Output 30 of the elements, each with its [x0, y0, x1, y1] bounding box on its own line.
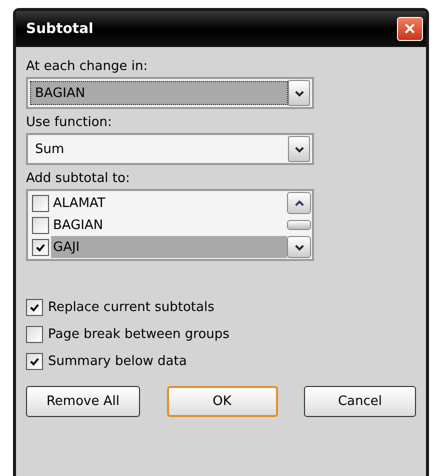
checkbox[interactable] [26, 353, 43, 370]
checkmark-icon [29, 302, 40, 313]
checkbox[interactable] [26, 326, 43, 343]
window-title: Subtotal [26, 21, 94, 37]
dialog-button[interactable]: OK [166, 386, 278, 417]
checkbox[interactable] [32, 194, 49, 212]
dialog-button[interactable]: Remove All [26, 386, 140, 417]
checkbox-label: Page break between groups [48, 327, 230, 342]
close-button[interactable]: ✕ [397, 17, 423, 41]
field-label: At each change in: [26, 59, 149, 74]
list-item[interactable]: GAJI [51, 236, 287, 258]
dropdown-value: BAGIAN [30, 81, 288, 105]
checkmark-icon [29, 356, 40, 367]
field-label: Use function: [26, 115, 113, 130]
dropdown[interactable]: BAGIAN [26, 77, 314, 109]
scroll-thumb[interactable] [287, 220, 311, 230]
dropdown-value: Sum [34, 140, 66, 158]
dropdown[interactable]: Sum [26, 133, 314, 165]
checkbox-label: Replace current subtotals [48, 300, 214, 315]
checkmark-icon [35, 242, 46, 252]
scroll-down-icon[interactable] [287, 236, 311, 258]
dialog-button[interactable]: Cancel [304, 386, 416, 417]
checkbox[interactable] [32, 238, 49, 256]
checkbox-label: Summary below data [48, 354, 187, 369]
checkbox[interactable] [26, 299, 43, 316]
list-item[interactable]: ALAMAT [51, 192, 287, 214]
scroll-up-icon[interactable] [287, 192, 311, 214]
checkbox[interactable] [32, 216, 49, 234]
field-label: Add subtotal to: [26, 171, 131, 186]
list-item[interactable]: BAGIAN [51, 214, 287, 236]
